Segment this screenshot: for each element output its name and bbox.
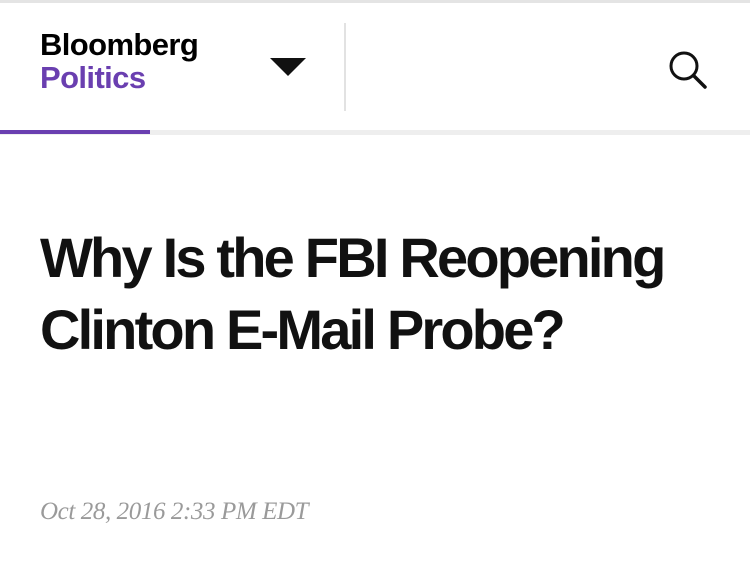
section-dropdown-button[interactable] xyxy=(262,47,314,83)
logo-section-text: Politics xyxy=(40,60,146,95)
article-timestamp: Oct 28, 2016 2:33 PM EDT xyxy=(40,498,309,525)
article-headline: Why Is the FBI Reopening Clinton E-Mail … xyxy=(40,226,666,361)
caret-down-icon xyxy=(270,58,306,76)
nav-active-indicator xyxy=(0,130,150,134)
bloomberg-politics-logo[interactable]: Bloomberg Politics xyxy=(40,27,199,95)
header-divider xyxy=(344,23,346,111)
logo-brand-text: Bloomberg xyxy=(40,27,199,62)
search-button[interactable] xyxy=(664,46,710,92)
site-header: Bloomberg Politics xyxy=(0,3,750,130)
search-icon xyxy=(669,51,707,89)
